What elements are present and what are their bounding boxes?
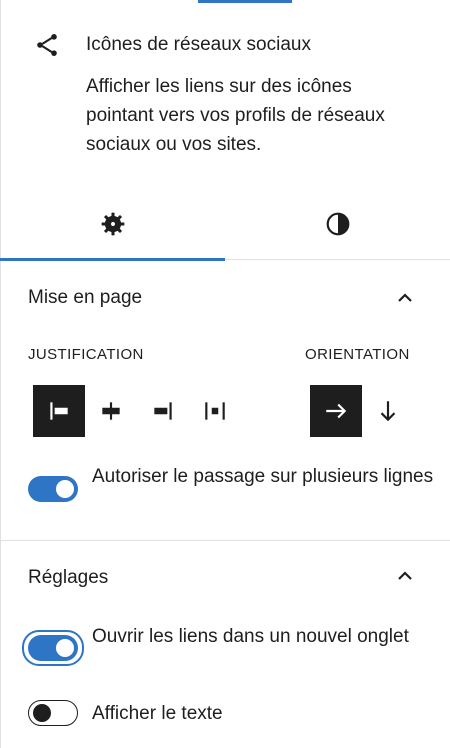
justify-left-button[interactable] — [33, 385, 85, 437]
toggle-knob — [56, 480, 74, 498]
toggle-knob — [33, 703, 51, 722]
wrap-toggle-label: Autoriser le passage sur plusieurs ligne… — [92, 466, 434, 487]
justify-center-button[interactable] — [85, 385, 137, 437]
block-title: Icônes de réseaux sociaux — [86, 34, 311, 55]
wrap-toggle[interactable] — [28, 476, 78, 502]
arrow-down-icon — [380, 401, 396, 422]
half-circle-contrast-icon — [326, 212, 349, 236]
tab-settings[interactable] — [0, 188, 225, 261]
gear-icon — [101, 212, 124, 236]
chevron-up-icon — [398, 571, 412, 580]
block-description: Afficher les liens sur des icônes pointa… — [86, 76, 385, 155]
inspector-tabs — [0, 188, 450, 261]
new-tab-toggle[interactable] — [28, 635, 78, 661]
justify-space-between-icon — [205, 402, 225, 420]
show-text-toggle-label: Afficher le texte — [92, 703, 223, 724]
justify-space-between-button[interactable] — [189, 385, 241, 437]
justify-right-button[interactable] — [137, 385, 189, 437]
orientation-vertical-button[interactable] — [362, 385, 414, 437]
settings-panel-header[interactable]: Réglages — [0, 540, 450, 600]
share-icon — [37, 34, 57, 56]
orientation-horizontal-button[interactable] — [310, 385, 362, 437]
new-tab-toggle-label: Ouvrir les liens dans un nouvel onglet — [92, 626, 409, 647]
show-text-toggle[interactable] — [28, 700, 78, 726]
toggle-knob — [56, 639, 74, 657]
justification-label: JUSTIFICATION — [28, 346, 144, 363]
justify-right-icon — [154, 402, 172, 420]
layout-panel: Mise en page JUSTIFICATION ORIENTATION A… — [0, 260, 450, 540]
layout-panel-title: Mise en page — [28, 287, 143, 308]
block-card: Icônes de réseaux sociaux Afficher les l… — [0, 0, 450, 200]
orientation-label: ORIENTATION — [305, 346, 410, 363]
justify-left-icon — [50, 402, 68, 420]
justify-center-icon — [102, 402, 120, 420]
tab-styles[interactable] — [225, 188, 450, 260]
settings-panel-title: Réglages — [28, 567, 109, 588]
settings-panel: Réglages Ouvrir les liens dans un nouvel… — [0, 540, 450, 748]
layout-panel-header[interactable]: Mise en page — [0, 260, 450, 320]
chevron-up-icon — [398, 293, 412, 302]
arrow-right-icon — [326, 403, 347, 419]
